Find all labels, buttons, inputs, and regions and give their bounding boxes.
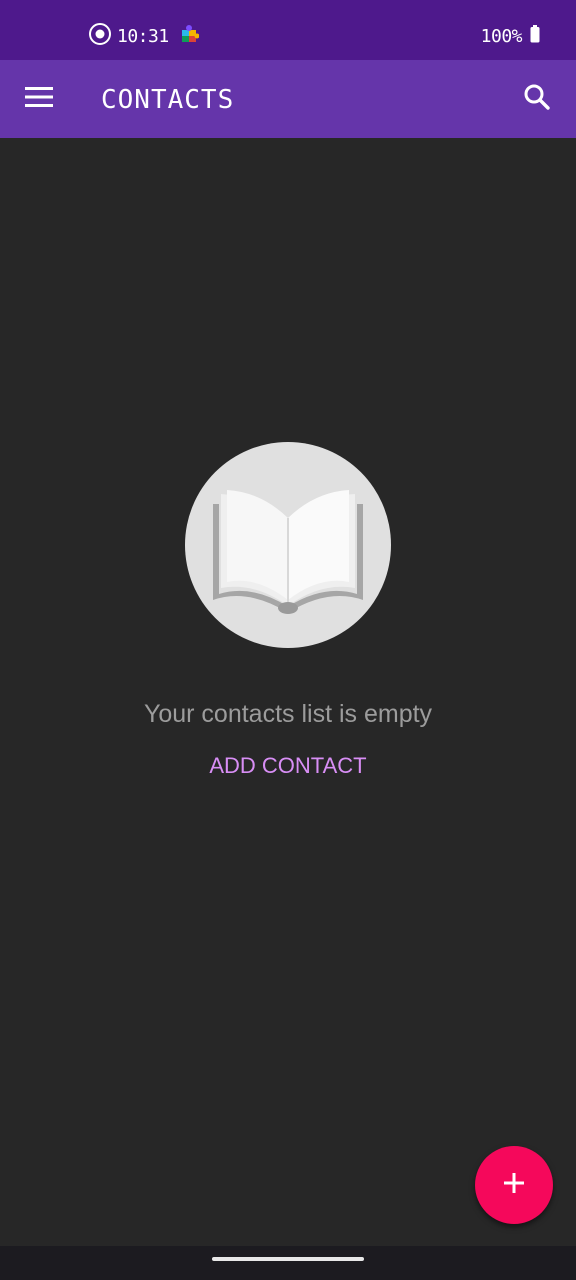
- puzzle-app-icon: [181, 24, 200, 49]
- record-icon: [88, 22, 112, 51]
- gesture-handle[interactable]: [212, 1257, 364, 1261]
- hamburger-menu-icon: [25, 86, 53, 113]
- status-bar: 10:31 100%: [0, 0, 576, 60]
- status-time: 10:31: [117, 25, 169, 47]
- empty-state-message: Your contacts list is empty: [143, 700, 433, 728]
- open-book-icon: [213, 490, 363, 614]
- add-contact-fab[interactable]: [475, 1146, 553, 1224]
- page-title: CONTACTS: [101, 85, 235, 115]
- status-left: 10:31: [88, 22, 200, 51]
- navigation-drawer-button[interactable]: [14, 75, 64, 123]
- plus-icon: [502, 1171, 526, 1200]
- battery-icon: [530, 24, 540, 48]
- empty-state-illustration: [185, 442, 391, 648]
- search-icon: [523, 83, 551, 116]
- battery-percentage: 100%: [480, 25, 523, 47]
- status-right: 100%: [481, 22, 540, 50]
- search-button[interactable]: [512, 75, 562, 123]
- system-navigation-bar: [0, 1246, 576, 1280]
- add-contact-button[interactable]: ADD CONTACT: [188, 745, 388, 787]
- app-bar: CONTACTS: [0, 60, 576, 138]
